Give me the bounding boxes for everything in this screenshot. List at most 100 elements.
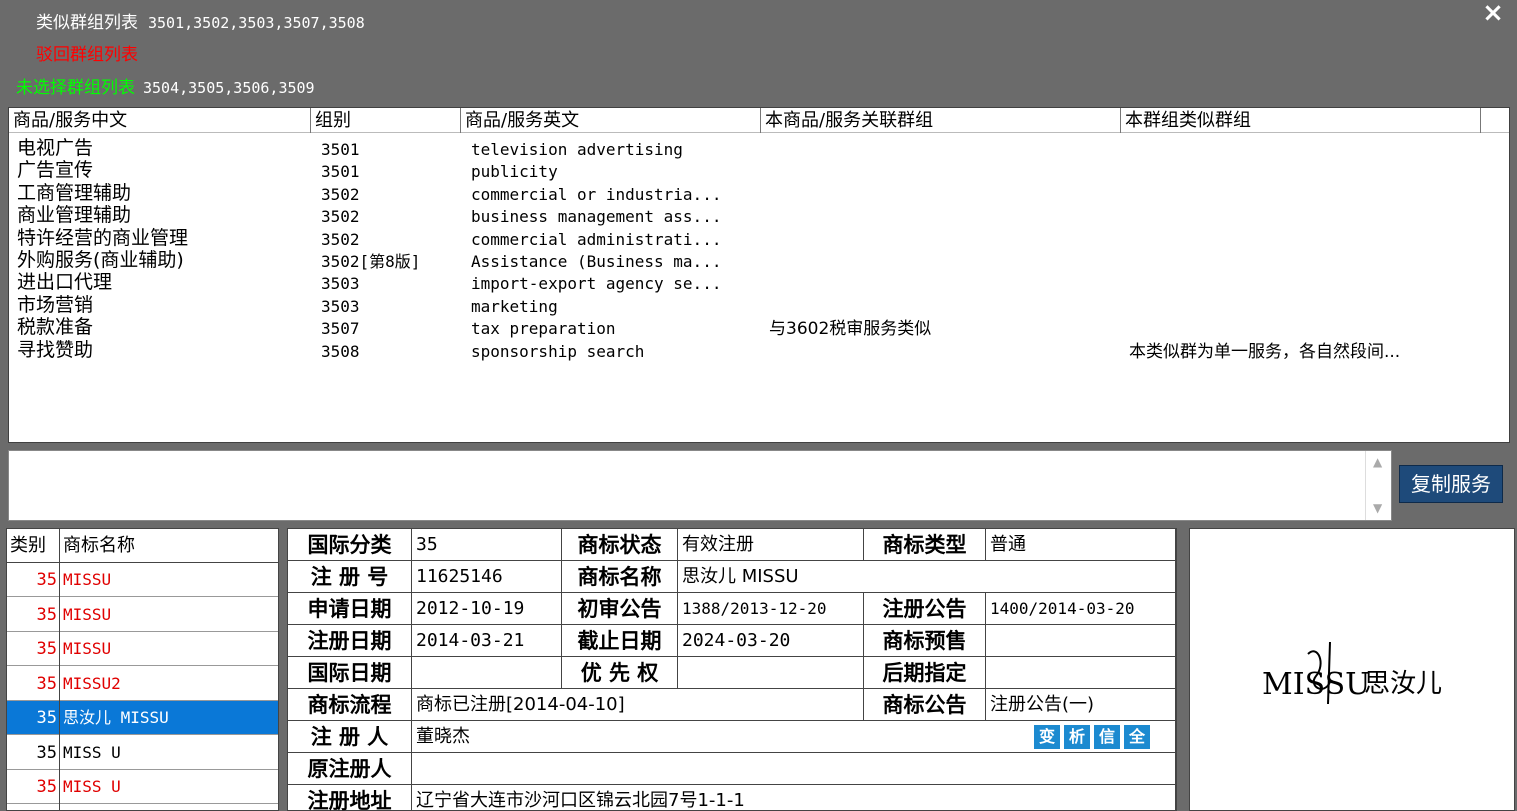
copy-services-button[interactable]: 复制服务 bbox=[1399, 465, 1503, 503]
label-gazette: 商标公告 bbox=[864, 689, 986, 721]
table-row[interactable]: 工商管理辅助 3502 commercial or industria... bbox=[9, 181, 1509, 206]
cell-group: 3502 bbox=[321, 184, 360, 204]
table-row[interactable]: 特许经营的商业管理 3502 commercial administrati... bbox=[9, 226, 1509, 251]
col-header-group[interactable]: 组别 bbox=[311, 108, 461, 133]
list-item-class: 35 bbox=[36, 777, 57, 797]
unselected-groups-numbers: 3504,3505,3506,3509 bbox=[143, 79, 315, 97]
col-header-related[interactable]: 本商品/服务关联群组 bbox=[761, 108, 1121, 133]
list-item-name: MISSU bbox=[63, 604, 112, 624]
table-row[interactable]: 寻找赞助 3508 sponsorship search 本类似群为单一服务，各自然段… bbox=[9, 340, 1509, 363]
cell-cn: 市场营销 bbox=[17, 293, 94, 316]
label-registrant: 注 册 人 bbox=[288, 721, 412, 753]
cell-similar: 本类似群为单一服务，各自然段间... bbox=[1129, 341, 1401, 362]
value-intl-class: 35 bbox=[412, 529, 562, 561]
label-presale: 商标预售 bbox=[864, 625, 986, 657]
cell-group: 3503 bbox=[321, 296, 360, 316]
table-row[interactable]: 商业管理辅助 3502 business management ass... bbox=[9, 206, 1509, 228]
list-item-class: 35 bbox=[36, 673, 57, 694]
list-item-class: 35 bbox=[36, 604, 57, 625]
memo-scrollbar[interactable]: ▲ ▼ bbox=[1365, 451, 1391, 520]
close-icon[interactable]: × bbox=[1481, 0, 1505, 26]
list-item[interactable]: 35 MISSU bbox=[7, 598, 278, 632]
table-row[interactable]: 外购服务(商业辅助) 3502[第8版] Assistance (Business … bbox=[9, 251, 1509, 273]
label-reg-notice: 注册公告 bbox=[864, 593, 986, 625]
cell-cn: 电视广告 bbox=[17, 137, 94, 159]
list-item-name: MISSU bbox=[63, 570, 112, 589]
cell-en: sponsorship search bbox=[471, 341, 645, 361]
scroll-up-icon[interactable]: ▲ bbox=[1373, 455, 1382, 469]
table-row[interactable]: 进出口代理 3503 import-export agency se... bbox=[9, 273, 1509, 295]
list-header-name[interactable]: 商标名称 bbox=[63, 529, 135, 563]
scroll-down-icon[interactable]: ▼ bbox=[1373, 501, 1382, 515]
cell-group: 3503 bbox=[321, 274, 360, 294]
list-item-class: 35 bbox=[36, 570, 57, 590]
col-header-similar[interactable]: 本群组类似群组 bbox=[1121, 108, 1481, 133]
list-item-name: 思汝儿 MISSU bbox=[63, 708, 169, 727]
cell-cn: 特许经营的商业管理 bbox=[17, 226, 189, 249]
list-item[interactable]: 35 思汝儿 MISSU bbox=[7, 701, 278, 735]
table-row[interactable]: 电视广告 3501 television advertising bbox=[9, 139, 1509, 161]
cell-group: 3501 bbox=[321, 162, 360, 182]
trademark-info-table: 国际分类 35 商标状态 有效注册 商标类型 普通 注 册 号 11625146… bbox=[287, 528, 1177, 811]
value-type: 普通 bbox=[986, 529, 1176, 561]
rejected-groups-row: 驳回群组列表 bbox=[36, 40, 138, 65]
list-item[interactable]: 35 MISS U bbox=[7, 736, 278, 770]
cell-en: marketing bbox=[471, 296, 558, 316]
value-intl-date bbox=[412, 657, 562, 689]
col-header-en[interactable]: 商品/服务英文 bbox=[461, 108, 761, 133]
list-item[interactable]: 35 MISSU2 bbox=[7, 667, 278, 701]
cell-en: import-export agency se... bbox=[471, 274, 722, 294]
value-apply-date: 2012-10-19 bbox=[412, 593, 562, 625]
list-item[interactable]: 35 MISSU bbox=[7, 632, 278, 666]
info-button[interactable]: 信 bbox=[1094, 725, 1120, 749]
registrant-name: 董晓杰 bbox=[416, 726, 470, 747]
value-regno: 11625146 bbox=[412, 561, 562, 593]
label-status: 商标状态 bbox=[562, 529, 678, 561]
value-tm-name: 思汝儿 MISSU bbox=[678, 561, 1176, 593]
value-address: 辽宁省大连市沙河口区锦云北园7号1-1-1 bbox=[412, 785, 1176, 811]
cell-en: Assistance (Business ma... bbox=[471, 252, 722, 271]
value-gazette: 注册公告(一) bbox=[986, 689, 1176, 721]
table-row[interactable]: 广告宣传 3501 publicity bbox=[9, 161, 1509, 183]
trademark-list: 类别 商标名称 35 MISSU 35 MISSU 35 MISSU 35 MISSU2 35 思… bbox=[6, 528, 279, 811]
cell-cn: 进出口代理 bbox=[17, 271, 113, 294]
list-item[interactable]: 35 MISSU bbox=[7, 563, 278, 597]
label-address: 注册地址 bbox=[288, 785, 412, 811]
analyze-button[interactable]: 析 bbox=[1064, 725, 1090, 749]
change-button[interactable]: 变 bbox=[1034, 725, 1060, 749]
rejected-groups-label: 驳回群组列表 bbox=[36, 45, 138, 65]
cell-cn: 广告宣传 bbox=[17, 159, 94, 182]
list-item-class: 35 bbox=[36, 639, 57, 659]
cell-group: 3501 bbox=[321, 140, 360, 159]
label-priority: 优 先 权 bbox=[562, 657, 678, 689]
missu-logo: MISSU 思汝儿 bbox=[1262, 641, 1442, 705]
label-flow: 商标流程 bbox=[288, 689, 412, 721]
label-intl-class: 国际分类 bbox=[288, 529, 412, 561]
label-expire: 截止日期 bbox=[562, 625, 678, 657]
table-row[interactable]: 税款准备 3507 tax preparation 与3602税审服务类似 bbox=[9, 318, 1509, 340]
similar-groups-numbers: 3501,3502,3503,3507,3508 bbox=[148, 14, 365, 32]
label-orig-registrant: 原注册人 bbox=[288, 753, 412, 785]
cell-en: commercial or industria... bbox=[471, 184, 722, 204]
service-memo-textarea[interactable]: ▲ ▼ bbox=[8, 450, 1392, 521]
unselected-groups-label: 未选择群组列表 bbox=[16, 78, 135, 98]
table-row[interactable]: 市场营销 3503 marketing bbox=[9, 293, 1509, 318]
value-reg-notice: 1400/2014-03-20 bbox=[986, 593, 1176, 625]
all-button[interactable]: 全 bbox=[1124, 725, 1150, 749]
list-item[interactable]: 35 MISS U bbox=[7, 770, 278, 804]
value-priority bbox=[678, 657, 864, 689]
trademark-list-header: 类别 商标名称 bbox=[7, 529, 278, 563]
label-apply-date: 申请日期 bbox=[288, 593, 412, 625]
cell-group: 3502 bbox=[321, 229, 360, 249]
group-summary: 类似群组列表 3501,3502,3503,3507,3508 驳回群组列表 未选… bbox=[0, 0, 1517, 104]
unselected-groups-row: 未选择群组列表 3504,3505,3506,3509 bbox=[16, 73, 315, 98]
list-item-name: MISSU2 bbox=[63, 673, 121, 693]
cell-cn: 工商管理辅助 bbox=[17, 181, 132, 204]
col-header-cn[interactable]: 商品/服务中文 bbox=[9, 108, 311, 133]
cell-cn: 税款准备 bbox=[17, 316, 94, 339]
value-reg-date: 2014-03-21 bbox=[412, 625, 562, 657]
list-item-class: 35 bbox=[36, 708, 57, 728]
cell-group: 3508 bbox=[321, 341, 360, 361]
list-header-class[interactable]: 类别 bbox=[10, 529, 46, 563]
logo-latin: MISSU bbox=[1262, 667, 1370, 702]
